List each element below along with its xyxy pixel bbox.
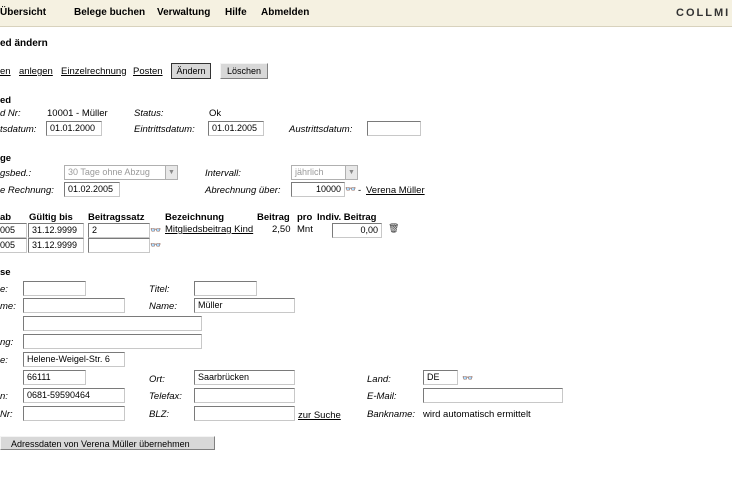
blz-field[interactable]: [194, 406, 295, 421]
telefax-label: Telefax:: [149, 391, 182, 402]
binoculars-icon[interactable]: 👓: [345, 184, 356, 194]
zur-suche-link[interactable]: zur Suche: [298, 410, 341, 421]
col-header-beitrag: Beitrag: [257, 212, 290, 223]
billing-section-heading: ge: [0, 153, 12, 164]
zahlung-select-value: 30 Tage ohne Abzug: [68, 167, 150, 177]
nav-item-uebersicht[interactable]: Übersicht: [0, 7, 46, 18]
row1-indiv-field[interactable]: 0,00: [332, 223, 382, 238]
row1-ab-field[interactable]: 005: [0, 223, 27, 238]
austritt-field[interactable]: [367, 121, 421, 136]
link-einzelrechnung[interactable]: Einzelrechnung: [61, 66, 127, 77]
row2-satz-field[interactable]: [88, 238, 150, 253]
col-header-indiv: Indiv. Beitrag: [317, 212, 377, 223]
link-anlegen[interactable]: anlegen: [19, 66, 53, 77]
email-field[interactable]: [423, 388, 563, 403]
trash-icon[interactable]: 🗑: [388, 223, 399, 233]
copy-address-button[interactable]: Adressdaten von Verena Müller übernehmen: [0, 436, 215, 450]
loeschen-button[interactable]: Löschen: [220, 63, 268, 79]
nav-item-belege-buchen[interactable]: Belege buchen: [74, 7, 145, 18]
col-header-bezeichnung: Bezeichnung: [165, 212, 225, 223]
link-posten[interactable]: Posten: [133, 66, 163, 77]
datum-label: tsdatum:: [0, 124, 37, 135]
nav-item-abmelden[interactable]: Abmelden: [261, 7, 309, 18]
email-label: E-Mail:: [367, 391, 397, 402]
abrechnung-dash: -: [358, 185, 362, 196]
nav-item-verwaltung[interactable]: Verwaltung: [157, 7, 210, 18]
strasse-label: e:: [0, 355, 8, 366]
datum-field[interactable]: 01.01.2000: [46, 121, 102, 136]
link-truncated-first[interactable]: en: [0, 66, 11, 77]
col-header-pro: pro: [297, 212, 313, 223]
aendern-button[interactable]: Ändern: [171, 63, 211, 79]
row1-beitrag-value: 2,50: [272, 224, 291, 235]
rechnung-field[interactable]: 01.02.2005: [64, 182, 120, 197]
member-nr-value: 10001 - Müller: [47, 108, 108, 119]
chevron-down-icon: ▼: [345, 166, 357, 179]
member-section-heading: ed: [0, 95, 12, 106]
abrechnung-field[interactable]: 10000: [291, 182, 345, 197]
name-label: Name:: [149, 301, 177, 312]
bankname-value: wird automatisch ermittelt: [423, 409, 531, 420]
ort-field[interactable]: Saarbrücken: [194, 370, 295, 385]
nav-item-hilfe[interactable]: Hilfe: [225, 7, 247, 18]
brand-logo: COLLMI: [676, 7, 731, 19]
binoculars-icon[interactable]: 👓: [150, 240, 161, 250]
vorname-label: me:: [0, 301, 16, 312]
rechnung-label: e Rechnung:: [0, 185, 54, 196]
page-title: ed ändern: [0, 38, 48, 49]
top-nav-bar: Übersicht Belege buchen Verwaltung Hilfe…: [0, 0, 732, 27]
land-label: Land:: [367, 374, 391, 385]
ort-label: Ort:: [149, 374, 165, 385]
blz-label: BLZ:: [149, 409, 170, 420]
zahlung-select[interactable]: 30 Tage ohne Abzug ▼: [64, 165, 178, 180]
telefax-field[interactable]: [194, 388, 295, 403]
row2-ab-field[interactable]: 005: [0, 238, 27, 253]
col-header-gueltig: Gültig bis: [29, 212, 73, 223]
anrede-label: e:: [0, 284, 8, 295]
telefon-label: n:: [0, 391, 8, 402]
eintritt-label: Eintrittsdatum:: [134, 124, 195, 135]
intervall-select-value: jährlich: [295, 167, 324, 177]
row1-pro-value: Mnt: [297, 224, 313, 235]
row1-bezeichnung-link[interactable]: Mitgliedsbeitrag Kind: [165, 224, 253, 235]
vorname-field[interactable]: [23, 298, 125, 313]
name-field[interactable]: Müller: [194, 298, 295, 313]
zusatz-field[interactable]: [23, 316, 202, 331]
zusatz2-label: ng:: [0, 337, 14, 348]
intervall-label: Intervall:: [205, 168, 241, 179]
strasse-field[interactable]: Helene-Weigel-Str. 6: [23, 352, 125, 367]
col-header-ab: ab: [0, 212, 12, 223]
zahlung-label: gsbed.:: [0, 168, 32, 179]
eintritt-field[interactable]: 01.01.2005: [208, 121, 264, 136]
abrechnung-name-link[interactable]: Verena Müller: [366, 185, 425, 196]
intervall-select[interactable]: jährlich ▼: [291, 165, 358, 180]
abrechnung-label: Abrechnung über:: [205, 185, 281, 196]
status-value: Ok: [209, 108, 222, 119]
bankname-label: Bankname:: [367, 409, 416, 420]
austritt-label: Austrittsdatum:: [289, 124, 353, 135]
chevron-down-icon: ▼: [165, 166, 177, 179]
member-nr-label: d Nr:: [0, 108, 21, 119]
row1-satz-field[interactable]: 2: [88, 223, 150, 238]
address-section-heading: se: [0, 267, 11, 278]
binoculars-icon[interactable]: 👓: [150, 225, 161, 235]
plz-field[interactable]: 66111: [23, 370, 86, 385]
titel-label: Titel:: [149, 284, 170, 295]
anrede-field[interactable]: [23, 281, 86, 296]
status-label: Status:: [134, 108, 164, 119]
konto-label: Nr:: [0, 409, 13, 420]
col-header-satz: Beitragssatz: [88, 212, 145, 223]
row1-gueltig-field[interactable]: 31.12.9999: [28, 223, 84, 238]
titel-field[interactable]: [194, 281, 257, 296]
land-field[interactable]: DE: [423, 370, 458, 385]
binoculars-icon[interactable]: 👓: [462, 373, 473, 383]
telefon-field[interactable]: 0681-59590464: [23, 388, 125, 403]
row2-gueltig-field[interactable]: 31.12.9999: [28, 238, 84, 253]
konto-field[interactable]: [23, 406, 125, 421]
zusatz2-field[interactable]: [23, 334, 202, 349]
